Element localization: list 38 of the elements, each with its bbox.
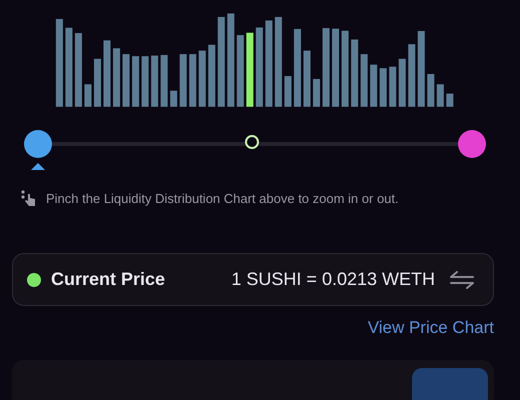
liquidity-bar xyxy=(151,56,158,107)
pointer-triangle-icon xyxy=(31,162,45,170)
liquidity-bar xyxy=(189,54,196,107)
swap-arrows-icon[interactable] xyxy=(449,270,475,289)
slider-thumb[interactable] xyxy=(458,130,486,158)
liquidity-bar xyxy=(160,55,168,107)
liquidity-bar xyxy=(104,40,111,107)
liquidity-bar xyxy=(427,74,434,107)
liquidity-bar xyxy=(84,84,92,107)
liquidity-bar xyxy=(351,40,358,107)
liquidity-bar xyxy=(380,68,387,107)
liquidity-bar xyxy=(236,35,244,107)
liquidity-bar xyxy=(208,44,216,107)
liquidity-bar xyxy=(122,54,130,107)
liquidity-bar xyxy=(313,79,320,107)
liquidity-bar xyxy=(284,76,292,107)
liquidity-bar xyxy=(132,56,140,107)
liquidity-bar xyxy=(170,90,178,107)
status-dot-icon xyxy=(27,272,41,287)
liquidity-bar xyxy=(360,54,368,107)
price-value: 1 SUSHI = 0.0213 WETH xyxy=(231,269,435,290)
liquidity-bar xyxy=(113,48,120,107)
liquidity-bar xyxy=(446,94,454,107)
liquidity-bar xyxy=(142,56,149,107)
current-price-label: Current Price xyxy=(51,269,166,290)
liquidity-bar xyxy=(370,64,378,107)
liquidity-bar xyxy=(398,58,406,107)
view-price-chart-link[interactable]: View Price Chart xyxy=(368,318,494,338)
liquidity-bar xyxy=(303,50,310,107)
liquidity-bar xyxy=(408,44,416,107)
liquidity-bar xyxy=(389,66,396,107)
liquidity-bar xyxy=(94,58,102,107)
hint-text: Pinch the Liquidity Distribution Chart above to zoom in or out. xyxy=(46,190,399,206)
liquidity-bar xyxy=(198,50,206,107)
liquidity-bar xyxy=(436,84,444,107)
slider-thumb[interactable] xyxy=(24,130,52,158)
pinch-gesture-icon xyxy=(20,189,36,208)
liquidity-bar xyxy=(180,54,187,107)
